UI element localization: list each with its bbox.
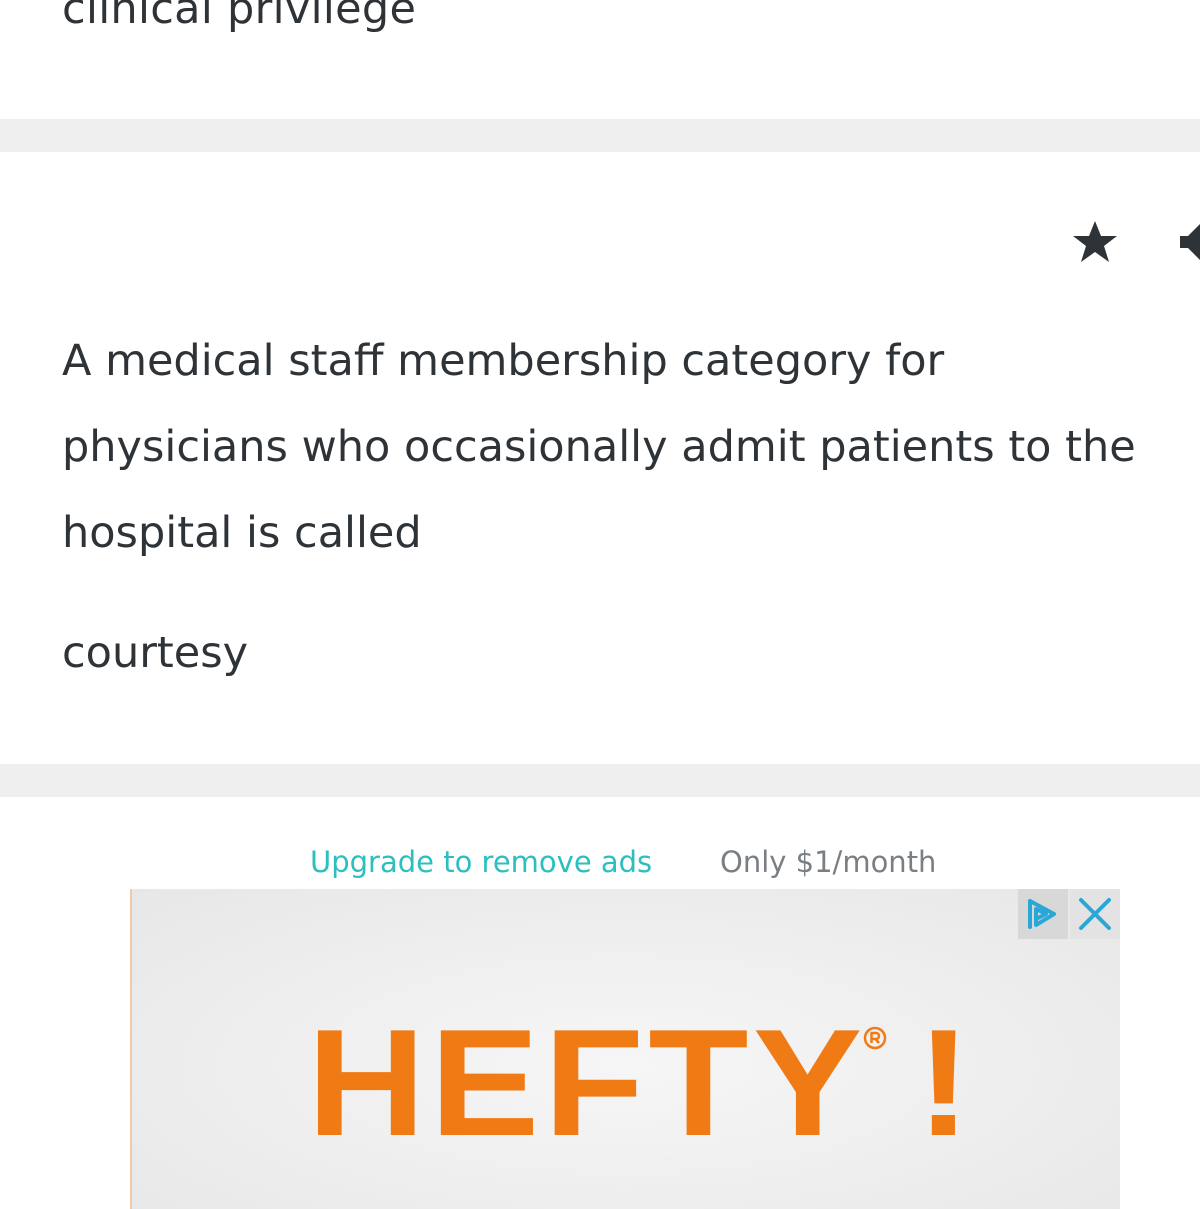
registered-mark-icon bbox=[863, 1026, 887, 1050]
card-divider bbox=[0, 119, 1200, 152]
previous-term: clinical privilege bbox=[62, 0, 417, 34]
close-icon[interactable] bbox=[1070, 889, 1120, 939]
upgrade-remove-ads-link[interactable]: Upgrade to remove ads bbox=[310, 845, 652, 879]
star-icon[interactable] bbox=[1071, 218, 1119, 266]
adchoices-icon[interactable] bbox=[1018, 889, 1068, 939]
term-definition: A medical staff membership category for … bbox=[62, 336, 1136, 558]
ad-header: Upgrade to remove ads Only $1/month bbox=[0, 845, 1200, 885]
card-divider bbox=[0, 764, 1200, 797]
brand-wordmark: HEFTY bbox=[307, 998, 867, 1168]
brand-exclaim: ! bbox=[916, 998, 976, 1168]
price-note: Only $1/month bbox=[720, 845, 937, 879]
ad-banner[interactable]: HEFTY! bbox=[130, 889, 1120, 1209]
term-answer: courtesy bbox=[62, 628, 249, 678]
speaker-icon[interactable] bbox=[1176, 218, 1200, 266]
